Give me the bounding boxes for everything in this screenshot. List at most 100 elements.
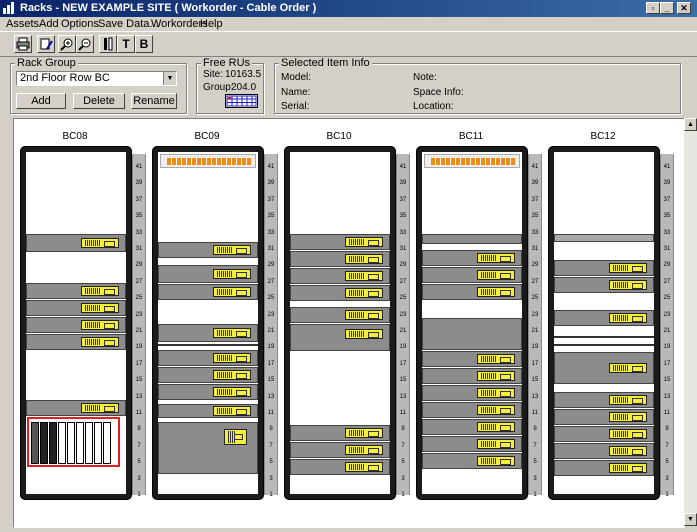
menu-save-data[interactable]: Save Data... <box>98 18 159 30</box>
close-icon[interactable]: ✕ <box>677 2 691 14</box>
minimize-icon[interactable]: _ <box>660 2 674 14</box>
device-label-icon <box>81 286 119 296</box>
rack-bc11[interactable] <box>416 146 528 500</box>
rack-device[interactable] <box>26 283 126 299</box>
device-label-icon <box>345 271 383 281</box>
rack-device[interactable] <box>26 234 126 252</box>
delete-button[interactable]: Delete <box>73 93 125 109</box>
bottom-view-button[interactable]: B <box>135 35 153 53</box>
rack-device[interactable] <box>554 234 654 242</box>
rack-device[interactable] <box>290 324 390 351</box>
rack-group-select[interactable]: 2nd Floor Row BC ▼ <box>16 71 177 86</box>
chassis-slot[interactable] <box>103 422 111 464</box>
chassis-slot[interactable] <box>49 422 57 464</box>
chassis-slot[interactable] <box>85 422 93 464</box>
chevron-down-icon[interactable]: ▼ <box>163 72 176 85</box>
rack-view-panel: BC08 41 39 37 35 33 31 29 27 25 23 21 19 17 15 13 11 9 7 5… <box>13 118 685 528</box>
rack-bc08[interactable] <box>20 146 132 500</box>
chassis-slot[interactable] <box>67 422 75 464</box>
rack-device[interactable] <box>422 368 522 384</box>
edit-icon[interactable] <box>37 35 55 53</box>
rack-device[interactable] <box>554 260 654 276</box>
rack-device[interactable] <box>290 425 390 441</box>
rack-device[interactable] <box>422 351 522 367</box>
top-view-button[interactable]: T <box>117 35 135 53</box>
rack-device[interactable] <box>554 426 654 442</box>
rack-device[interactable] <box>26 317 126 333</box>
rack-device[interactable] <box>290 442 390 458</box>
rack-device[interactable] <box>290 251 390 267</box>
rack-device[interactable] <box>158 324 258 342</box>
rack-device[interactable] <box>158 284 258 300</box>
device-label-icon <box>477 270 515 280</box>
rack-device[interactable] <box>554 443 654 459</box>
scroll-up-icon[interactable]: ▲ <box>684 118 697 131</box>
patch-panel[interactable] <box>160 154 256 168</box>
chassis-slot[interactable] <box>31 422 39 464</box>
rack-device[interactable] <box>26 300 126 316</box>
rack-device[interactable] <box>422 402 522 418</box>
device-label-icon <box>477 405 515 415</box>
patch-panel[interactable] <box>424 154 520 168</box>
zoom-out-icon[interactable] <box>76 35 94 53</box>
rack-device[interactable] <box>158 265 258 283</box>
rack-device[interactable] <box>422 284 522 300</box>
ru-number-label: 9 <box>137 426 141 433</box>
rack-device[interactable] <box>422 385 522 401</box>
rack-device[interactable] <box>554 409 654 425</box>
chassis-slot[interactable] <box>40 422 48 464</box>
free-rus-grid-icon[interactable] <box>225 94 258 108</box>
menu-assets[interactable]: Assets <box>6 18 39 30</box>
rack-device[interactable] <box>422 234 522 244</box>
rack-device[interactable] <box>290 307 390 323</box>
rack-device[interactable] <box>158 367 258 383</box>
rack-device[interactable] <box>158 350 258 366</box>
rack-bc10[interactable] <box>284 146 396 500</box>
rack-layout-icon[interactable] <box>99 35 117 53</box>
print-icon[interactable] <box>14 35 32 53</box>
chassis-slot[interactable] <box>94 422 102 464</box>
rack-device[interactable] <box>422 436 522 452</box>
ru-number-label: 3 <box>665 475 669 482</box>
add-button[interactable]: Add <box>16 93 66 109</box>
vertical-scrollbar[interactable]: ▲ ▼ <box>684 118 697 526</box>
rack-device[interactable] <box>422 419 522 435</box>
rack-device[interactable] <box>158 242 258 258</box>
ru-number-label: 31 <box>531 246 539 252</box>
device-label-icon <box>81 303 119 313</box>
chassis-slot[interactable] <box>76 422 84 464</box>
rack-device[interactable] <box>290 234 390 250</box>
ru-number-label: 23 <box>267 311 275 318</box>
rack-device[interactable] <box>422 453 522 469</box>
rack-device[interactable] <box>290 285 390 301</box>
rack-device[interactable] <box>26 334 126 350</box>
rack-device[interactable] <box>554 352 654 384</box>
rack-device[interactable] <box>422 250 522 266</box>
menu-options[interactable]: Options <box>61 18 99 30</box>
rack-device[interactable] <box>554 392 654 408</box>
rack-device[interactable] <box>158 422 258 474</box>
rack-device[interactable] <box>554 277 654 293</box>
rack-device[interactable] <box>26 400 126 416</box>
scroll-down-icon[interactable]: ▼ <box>684 513 697 526</box>
rack-device[interactable] <box>554 460 654 476</box>
menu-help[interactable]: Help <box>200 18 223 30</box>
rack-device[interactable] <box>422 318 522 350</box>
zoom-in-icon[interactable] <box>58 35 76 53</box>
rack-device[interactable] <box>158 404 258 418</box>
rack-device[interactable] <box>554 310 654 326</box>
rack-device[interactable] <box>290 459 390 475</box>
menu-add[interactable]: Add <box>39 18 59 30</box>
title-bar: Racks - NEW EXAMPLE SITE ( Workorder - C… <box>0 0 697 17</box>
rename-button[interactable]: Rename <box>131 93 177 109</box>
rack-bc12[interactable] <box>548 146 660 500</box>
rack-device[interactable] <box>290 268 390 284</box>
note-label: Note: <box>413 72 437 83</box>
rack-device[interactable] <box>422 267 522 283</box>
selected-chassis[interactable] <box>27 417 120 467</box>
rack-device[interactable] <box>158 384 258 400</box>
rack-bc09[interactable] <box>152 146 264 500</box>
ru-number-label: 19 <box>135 344 143 351</box>
restore-icon[interactable]: ▫ <box>646 2 660 14</box>
chassis-slot[interactable] <box>58 422 66 464</box>
